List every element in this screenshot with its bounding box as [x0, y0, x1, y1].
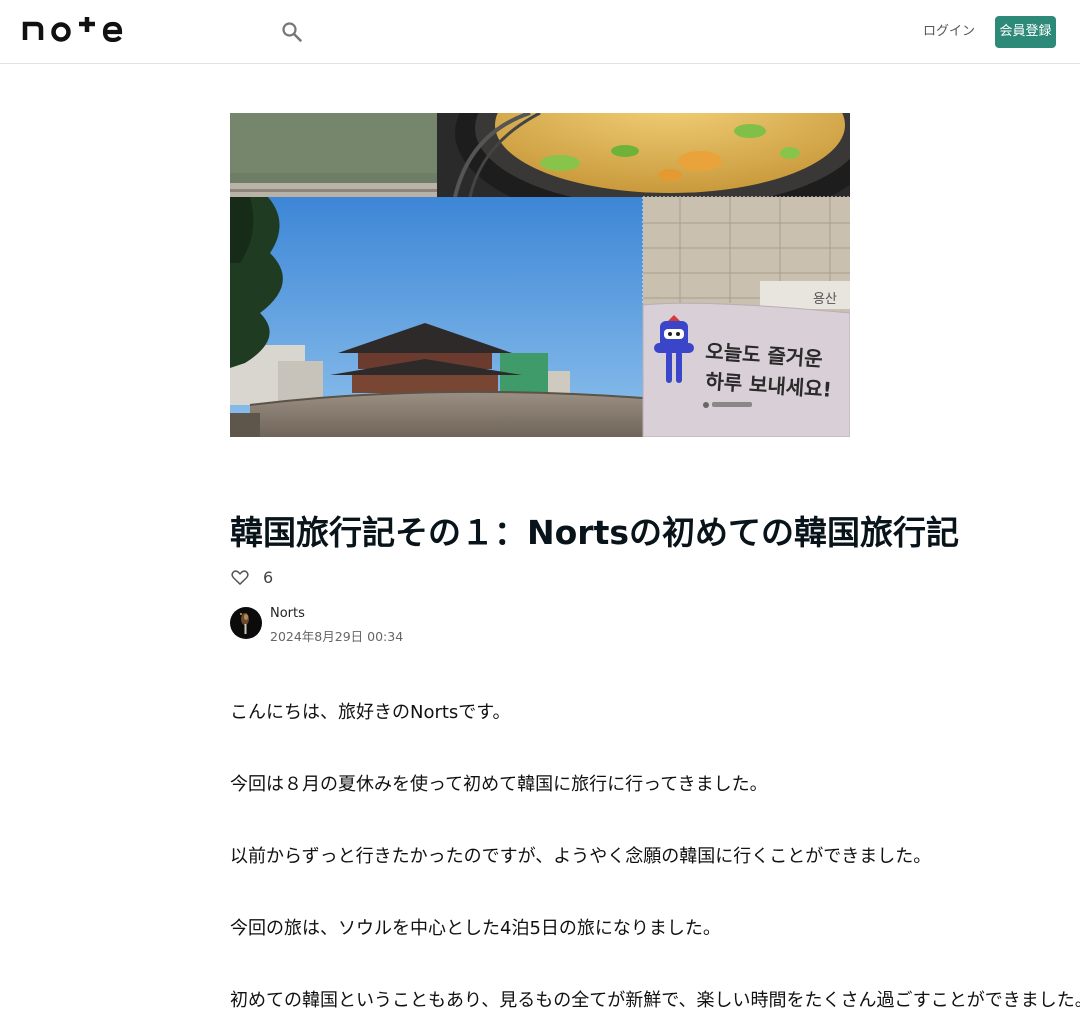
like-area: 6 — [230, 566, 273, 588]
paragraph: 今回は８月の夏休みを使って初めて韓国に旅行に行ってきました。 — [230, 774, 768, 795]
author-name[interactable]: Norts — [270, 606, 305, 621]
heart-icon[interactable] — [230, 567, 250, 587]
signup-button[interactable]: 会員登録 — [995, 16, 1056, 48]
paragraph: 以前からずっと行きたかったのですが、ようやく念願の韓国に行くことができました。 — [230, 846, 932, 867]
site-header: ログイン 会員登録 — [0, 0, 1080, 64]
search-icon[interactable] — [280, 20, 304, 44]
avatar[interactable] — [230, 607, 262, 639]
article-title: 韓国旅行記その１：Nortsの初めての韓国旅行記 — [230, 513, 959, 552]
paragraph: 初めての韓国ということもあり、見るもの全てが新鮮で、楽しい時間をたくさん過ごすこ… — [230, 990, 1080, 1011]
hero-image: 용산 오늘도 즐거운 하루 보내세요! — [230, 113, 850, 437]
note-logo[interactable] — [22, 16, 124, 46]
station-sign-text: 용산 — [813, 292, 837, 307]
login-button[interactable]: ログイン — [918, 18, 980, 46]
like-count: 6 — [263, 567, 274, 587]
paragraph: こんにちは、旅好きのNortsです。 — [230, 702, 511, 723]
paragraph: 今回の旅は、ソウルを中心とした4泊5日の旅になりました。 — [230, 918, 721, 939]
publish-date: 2024年8月29日 00:34 — [270, 629, 404, 644]
